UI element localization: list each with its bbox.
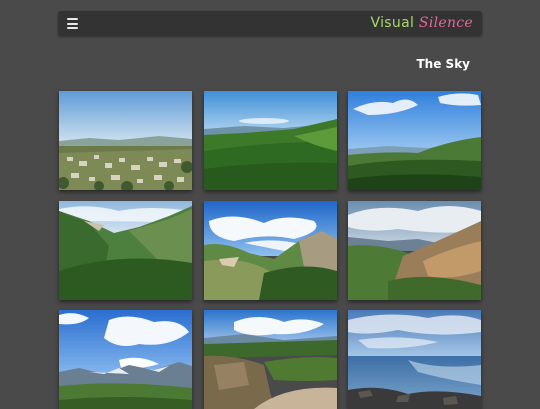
photo-tile-snowy-mountains[interactable] [59, 310, 192, 409]
gallery-title: The Sky [416, 57, 471, 71]
photo-tile-forest-hills[interactable] [204, 91, 337, 190]
photo-tile-coastal-hills[interactable] [348, 91, 481, 190]
photo-tile-rocky-gorge[interactable] [204, 310, 337, 409]
photo-tile-town-valley[interactable] [59, 91, 192, 190]
photo-tile-mountain-ridge[interactable] [59, 201, 192, 300]
site-brand[interactable]: Visual Silence [371, 15, 473, 31]
photo-tile-seashore[interactable] [348, 310, 481, 409]
top-navbar: Visual Silence [58, 11, 482, 36]
photo-tile-cliff-valley[interactable] [204, 201, 337, 300]
hamburger-icon[interactable] [67, 18, 78, 29]
brand-word-silence: Silence [418, 15, 473, 31]
photo-tile-canyon-slope[interactable] [348, 201, 481, 300]
brand-word-visual: Visual [370, 15, 415, 31]
